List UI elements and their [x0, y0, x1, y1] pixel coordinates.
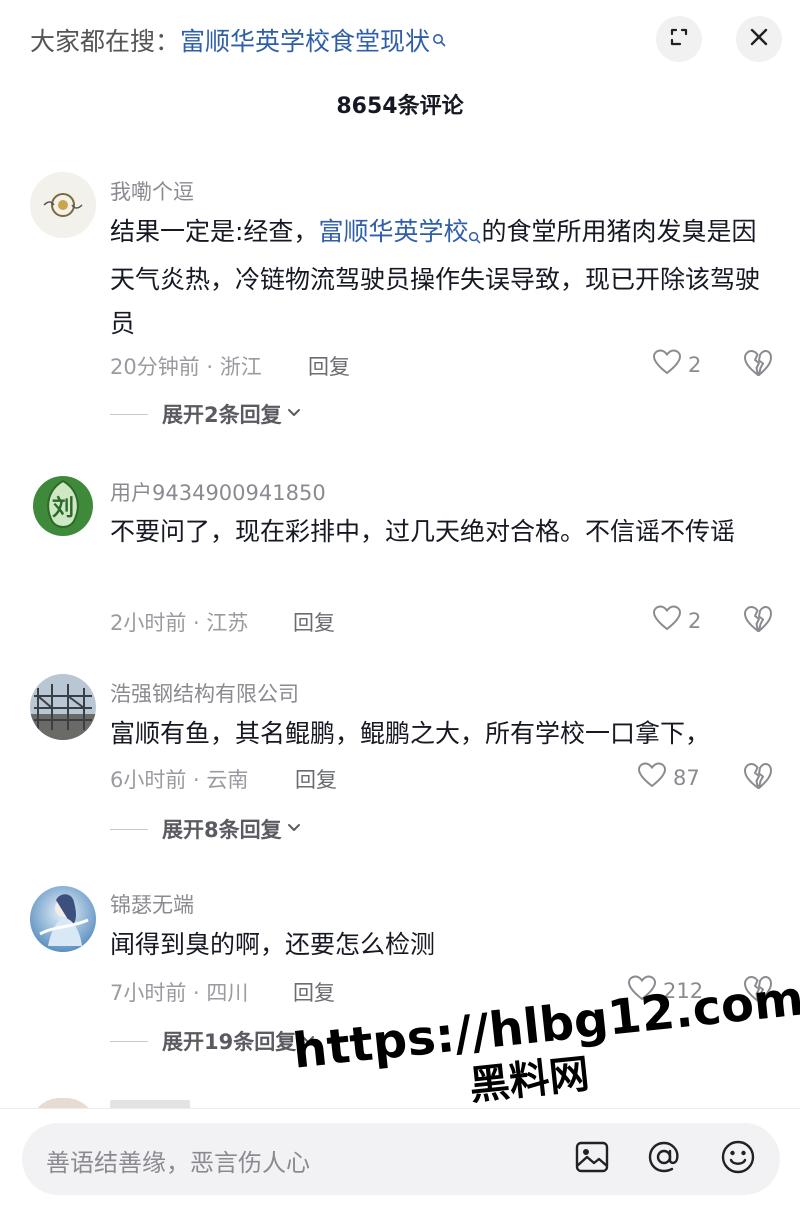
like-button[interactable]: 2 — [652, 348, 701, 381]
comment-meta: 7小时前 · 四川 — [110, 981, 249, 1005]
comment-username[interactable]: 我嘞个逗 — [110, 176, 194, 206]
like-button[interactable]: 87 — [637, 761, 700, 794]
avatar[interactable] — [30, 674, 96, 740]
expand-replies-button[interactable]: 展开2条回复 — [110, 399, 302, 429]
comment-text: 闻得到臭的啊，还要怎么检测 — [110, 930, 436, 959]
comment-count: 8654条评论 — [336, 94, 464, 119]
close-icon — [749, 27, 769, 51]
emoji-button[interactable] — [716, 1137, 760, 1181]
heart-icon — [627, 974, 657, 1007]
comment-username[interactable]: 浩强钢结构有限公司 — [110, 678, 299, 708]
watermark-name: 黑料网 — [467, 1051, 592, 1110]
expand-replies-button[interactable]: 展开19条回复 — [110, 1026, 316, 1056]
avatar[interactable] — [30, 886, 96, 952]
comment-text-part: 结果一定是:经查， — [110, 217, 319, 246]
image-button[interactable] — [570, 1137, 614, 1181]
dislike-button[interactable] — [742, 604, 774, 638]
like-button[interactable]: 212 — [627, 974, 703, 1007]
comment-input-placeholder: 善语结善缘，恶言伤人心 — [46, 1149, 310, 1177]
comment-keyword-link[interactable]: 富顺华英学校 — [318, 217, 468, 246]
at-icon — [646, 1139, 682, 1179]
comment-meta: 2小时前 · 江苏 — [110, 611, 249, 635]
comment-text: 不要问了，现在彩排中，过几天绝对合格。不信谣不传谣 — [110, 517, 736, 546]
dislike-button[interactable] — [742, 974, 774, 1008]
comment-meta: 20分钟前 · 浙江 — [110, 355, 262, 379]
like-count: 2 — [688, 352, 702, 377]
heart-icon — [637, 761, 667, 794]
like-count: 212 — [663, 978, 704, 1003]
expand-replies-label: 展开2条回复 — [162, 403, 282, 427]
broken-heart-icon — [742, 976, 774, 1008]
broken-heart-icon — [742, 350, 774, 382]
comment-username[interactable]: 用户9434900941850 — [110, 477, 326, 507]
chevron-down-icon — [300, 1031, 316, 1051]
chevron-down-icon — [286, 819, 302, 839]
comment-meta: 6小时前 · 云南 — [110, 768, 249, 792]
dislike-button[interactable] — [742, 348, 774, 382]
comment-text: 富顺有鱼，其名鲲鹏，鲲鹏之大，所有学校一口拿下， — [110, 719, 711, 748]
close-button[interactable] — [736, 16, 782, 62]
broken-heart-icon — [742, 606, 774, 638]
search-icon — [432, 24, 446, 53]
reply-button[interactable]: 回复 — [293, 977, 335, 1007]
like-count: 87 — [673, 765, 700, 790]
expand-replies-button[interactable]: 展开8条回复 — [110, 814, 302, 844]
comment-input-bar: 善语结善缘，恶言伤人心 — [0, 1108, 800, 1209]
like-button[interactable]: 2 — [652, 604, 701, 637]
divider — [110, 1040, 148, 1042]
reply-button[interactable]: 回复 — [295, 764, 337, 794]
comment-input[interactable]: 善语结善缘，恶言伤人心 — [22, 1123, 780, 1195]
svg-text:刘: 刘 — [52, 495, 74, 521]
expand-icon — [668, 26, 690, 52]
reply-button[interactable]: 回复 — [308, 351, 350, 381]
emoji-icon — [719, 1138, 757, 1180]
comment-text: 结果一定是:经查，富顺华英学校 的食堂所用猪肉发臭是因天气炎热，冷链物流驾驶员操作… — [110, 210, 770, 346]
image-icon — [574, 1140, 610, 1178]
search-hint-prefix: 大家都在搜： — [30, 27, 181, 56]
avatar[interactable]: 刘 — [30, 473, 96, 539]
divider — [110, 413, 148, 415]
avatar[interactable] — [30, 172, 96, 238]
comment-username[interactable]: 锦瑟无端 — [110, 889, 194, 919]
expand-replies-label: 展开19条回复 — [162, 1030, 297, 1054]
expand-button[interactable] — [656, 16, 702, 62]
mention-button[interactable] — [642, 1137, 686, 1181]
expand-replies-label: 展开8条回复 — [162, 818, 282, 842]
heart-icon — [652, 348, 682, 381]
search-hint-keyword[interactable]: 富顺华英学校食堂现状 — [180, 27, 430, 56]
reply-button[interactable]: 回复 — [293, 607, 335, 637]
like-count: 2 — [688, 608, 702, 633]
chevron-down-icon — [286, 404, 302, 424]
heart-icon — [652, 604, 682, 637]
trending-search-hint[interactable]: 大家都在搜：富顺华英学校食堂现状 — [30, 22, 446, 58]
comments-header: 大家都在搜：富顺华英学校食堂现状 — [0, 0, 800, 80]
divider — [110, 828, 148, 830]
search-icon — [468, 214, 481, 258]
broken-heart-icon — [742, 763, 774, 795]
dislike-button[interactable] — [742, 761, 774, 795]
